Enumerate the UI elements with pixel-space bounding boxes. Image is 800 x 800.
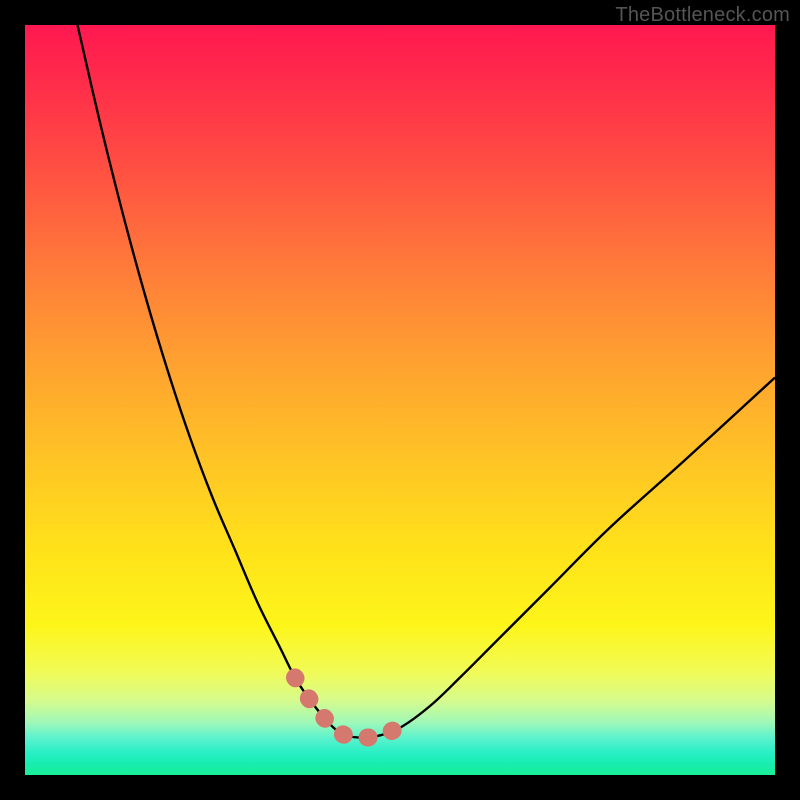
watermark-text: TheBottleneck.com <box>615 4 790 27</box>
plot-area <box>25 25 775 775</box>
chart-svg <box>25 25 775 775</box>
bottleneck-curve-path <box>78 25 776 738</box>
chart-frame: TheBottleneck.com <box>0 0 800 800</box>
highlight-segment-path <box>295 678 400 738</box>
